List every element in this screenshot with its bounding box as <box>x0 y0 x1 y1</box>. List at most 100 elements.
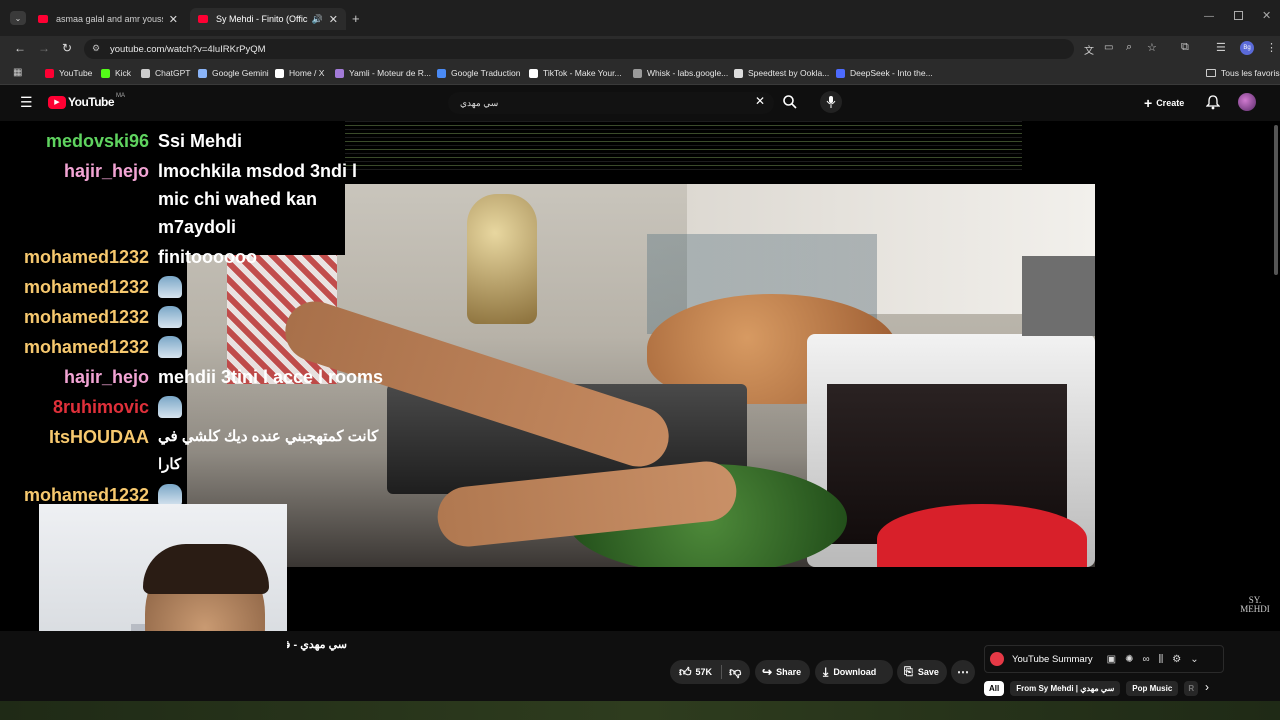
youtube-account-avatar[interactable] <box>1238 93 1256 111</box>
translate-icon[interactable]: 文 <box>1084 42 1094 57</box>
dislike-icon[interactable]: 👎︎ <box>729 665 741 680</box>
youtube-favicon-icon <box>38 15 48 23</box>
summary-glasses-icon[interactable]: ∞ <box>1142 654 1149 665</box>
tab-asmaa-galal[interactable]: asmaa galal and amr youssef - ✕ <box>30 8 186 30</box>
bookmark-speedtest[interactable]: Speedtest by Ookla... <box>734 62 829 84</box>
bookmark-x[interactable]: Home / X <box>275 62 324 84</box>
download-button[interactable]: ⤓ Download <box>815 660 893 684</box>
like-icon[interactable]: 👍︎ <box>679 665 692 680</box>
summary-chevron-down-icon[interactable]: ⌄ <box>1190 654 1198 665</box>
bookmark-translate[interactable]: Google Traduction <box>437 62 520 84</box>
chat-author[interactable]: mohamed1232 <box>0 243 149 271</box>
save-button[interactable]: ⎘ Save <box>897 660 947 684</box>
youtube-favicon-icon <box>198 15 208 23</box>
bookmark-label: Kick <box>115 68 132 78</box>
chip-from-sy-mehdi[interactable]: From Sy Mehdi | سي مهدي <box>1010 680 1121 696</box>
cast-icon[interactable]: ▭ <box>1104 42 1113 53</box>
summary-ai-icon[interactable]: ✺ <box>1125 654 1133 665</box>
whisk-icon <box>633 68 642 78</box>
youtube-logo[interactable]: ▶ YouTube MA <box>48 93 126 109</box>
chatgpt-icon <box>141 68 150 78</box>
site-info-icon[interactable]: ⚙ <box>92 43 100 54</box>
bookmark-youtube[interactable]: YouTube <box>45 62 92 84</box>
chat-author[interactable]: mohamed1232 <box>0 273 149 301</box>
chat-message: mohamed1232 <box>0 273 182 301</box>
tab-sy-mehdi-finito[interactable]: Sy Mehdi - Finito (Official M 🔊 ✕ <box>190 8 346 30</box>
close-icon[interactable]: ✕ <box>329 13 338 26</box>
bookmark-label: ChatGPT <box>155 68 191 78</box>
extensions-icon[interactable]: ⧉ <box>1181 41 1189 54</box>
summary-settings-icon[interactable]: ⚙ <box>1172 654 1181 665</box>
chat-author[interactable]: medovski96 <box>0 127 149 155</box>
forward-icon[interactable]: → <box>38 41 50 55</box>
chip-all[interactable]: All <box>984 680 1005 696</box>
hamburger-menu-icon[interactable]: ☰ <box>20 94 33 111</box>
bookmark-label: Google Traduction <box>451 68 521 78</box>
chat-author[interactable]: mohamed1232 <box>0 333 149 361</box>
folder-icon <box>1206 69 1216 77</box>
chat-author[interactable]: hajir_hejo <box>0 157 149 241</box>
create-button[interactable]: + Create <box>1144 95 1184 111</box>
bookmark-yamli[interactable]: Yamli - Moteur de R... <box>335 62 431 84</box>
bookmark-chatgpt[interactable]: ChatGPT <box>141 62 190 84</box>
like-count[interactable]: 57K <box>696 667 713 677</box>
chat-message-text: كارا <box>158 456 182 473</box>
search-icon[interactable] <box>782 94 798 110</box>
all-bookmarks-folder[interactable]: Tous les favoris <box>1206 62 1280 84</box>
chip-more[interactable]: R <box>1184 680 1199 696</box>
restore-button[interactable] <box>1234 11 1243 20</box>
like-dislike-group: 👍︎ 57K 👎︎ <box>670 660 750 684</box>
new-tab-button[interactable]: + <box>352 11 360 26</box>
chat-message-text: كانت كمتهجبني عنده ديك كلشي في <box>158 428 379 445</box>
bookmark-tiktok[interactable]: TikTok - Make Your... <box>529 62 622 84</box>
search-query-text: سي مهدي <box>460 97 499 108</box>
youtube-icon <box>45 68 54 78</box>
chat-message-body <box>158 303 182 331</box>
summary-calendar-icon[interactable]: ▣ <box>1107 654 1116 665</box>
youtube-summary-extension[interactable]: YouTube Summary ▣ ✺ ∞ ⫼ ⚙ ⌄ <box>984 645 1224 673</box>
notifications-bell-icon[interactable] <box>1206 95 1220 110</box>
close-window-button[interactable]: ✕ <box>1262 9 1271 22</box>
region-code: MA <box>116 93 126 99</box>
more-menu-icon[interactable]: ⋮ <box>1266 41 1277 54</box>
audio-playing-icon[interactable]: 🔊 <box>312 14 323 25</box>
voice-search-icon[interactable] <box>820 91 842 113</box>
reading-list-icon[interactable]: ☰ <box>1216 41 1226 54</box>
tab-search-icon[interactable]: ⌄ <box>10 11 26 25</box>
zoom-icon[interactable]: ⌕ <box>1126 41 1132 54</box>
gemini-icon <box>198 68 207 78</box>
chip-pop-music[interactable]: Pop Music <box>1126 680 1179 696</box>
search-input[interactable]: سي مهدي <box>448 92 774 114</box>
summary-audio-icon[interactable]: ⫼ <box>1159 654 1164 665</box>
bookmark-kick[interactable]: Kick <box>101 62 131 84</box>
chat-message: hajir_hejo lmochkila msdod 3ndi l mic chi … <box>0 157 357 241</box>
chat-author[interactable]: ItsHOUDAA <box>0 423 149 479</box>
webcam-person-hair <box>143 544 269 594</box>
bookmark-deepseek[interactable]: DeepSeek - Into the... <box>836 62 933 84</box>
bookmark-star-icon[interactable]: ☆ <box>1147 41 1157 54</box>
bookmark-gemini[interactable]: Google Gemini <box>198 62 269 84</box>
save-label: Save <box>917 667 939 677</box>
video-title: سي مهدي - فينيتو <box>287 638 347 651</box>
back-icon[interactable]: ← <box>14 41 26 55</box>
x-icon <box>275 68 284 78</box>
share-button[interactable]: ↪ Share <box>755 660 810 684</box>
chips-next-icon[interactable]: › <box>1205 680 1209 694</box>
reload-icon[interactable]: ↻ <box>62 41 72 55</box>
page-scrollbar[interactable] <box>1274 125 1278 275</box>
clear-search-icon[interactable]: ✕ <box>755 94 765 108</box>
more-actions-button[interactable]: ⋯ <box>951 660 975 684</box>
tiktok-icon <box>529 68 538 78</box>
chat-author[interactable]: mohamed1232 <box>0 303 149 331</box>
share-icon: ↪ <box>762 665 773 679</box>
recommendation-chips: All From Sy Mehdi | سي مهدي Pop Music R <box>984 680 1199 696</box>
address-bar[interactable]: ⚙ youtube.com/watch?v=4luIRKrPyQM <box>84 39 1074 59</box>
bookmark-whisk[interactable]: Whisk - labs.google... <box>633 62 728 84</box>
close-icon[interactable]: ✕ <box>169 13 178 26</box>
profile-avatar[interactable]: Bg <box>1240 41 1254 55</box>
minimize-button[interactable]: — <box>1204 11 1214 22</box>
chat-author[interactable]: 8ruhimovic <box>0 393 149 421</box>
chat-author[interactable]: hajir_hejo <box>0 363 149 391</box>
apps-grid-icon[interactable]: ▦ <box>13 67 22 78</box>
url-text: youtube.com/watch?v=4luIRKrPyQM <box>110 44 266 55</box>
